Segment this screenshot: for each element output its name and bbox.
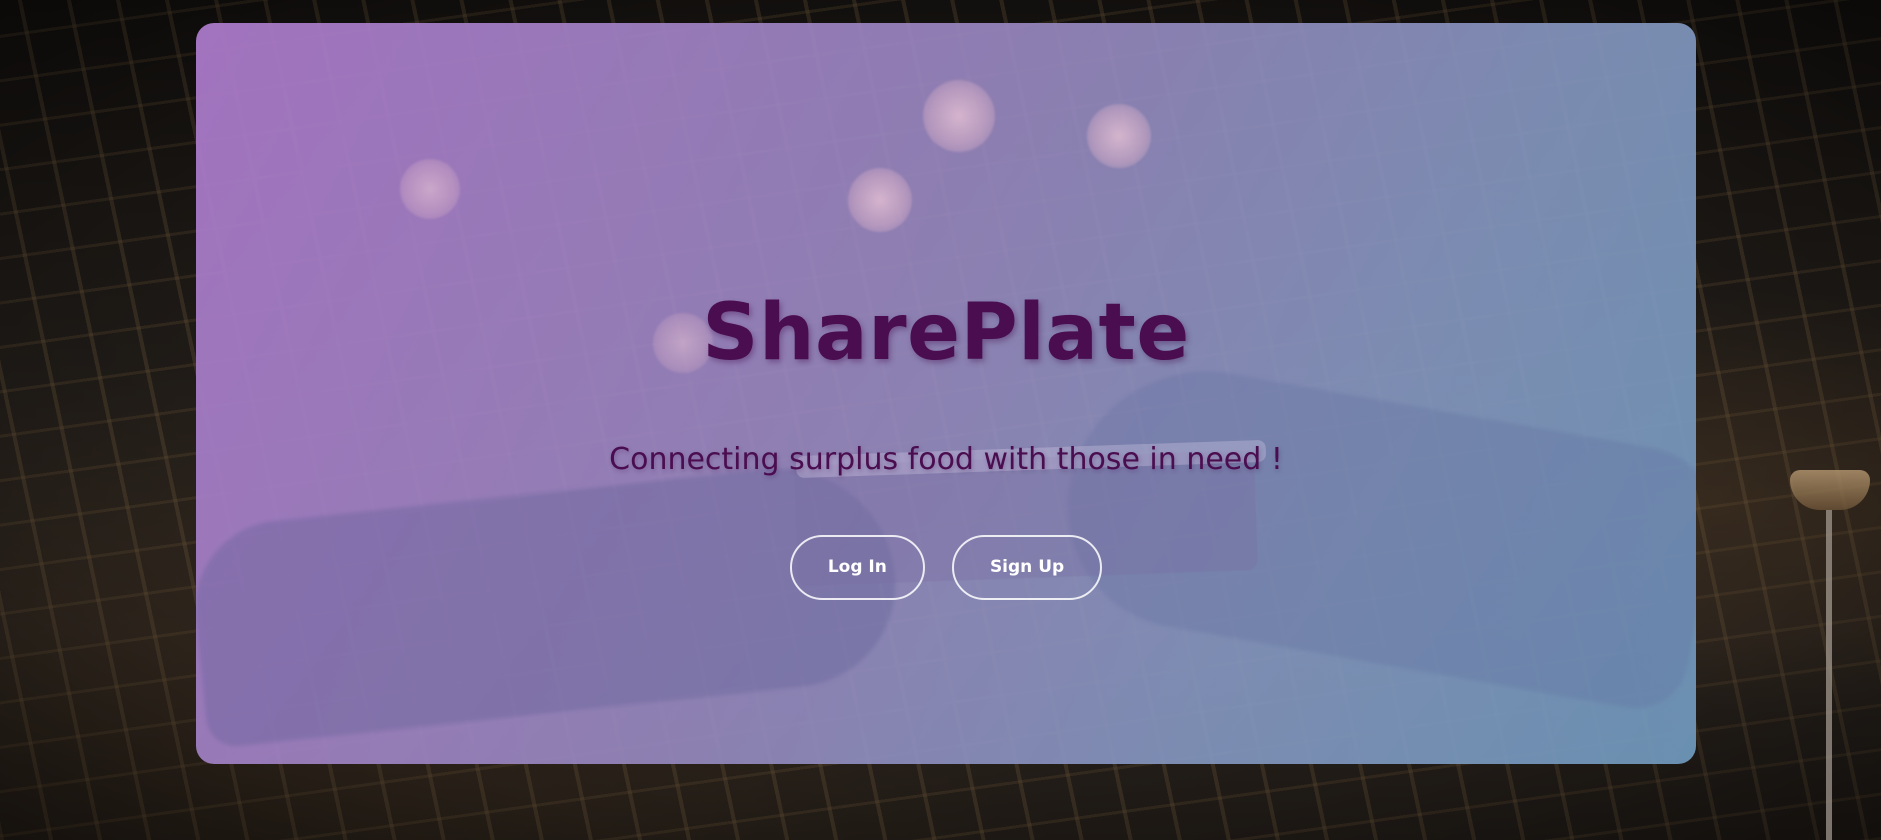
login-button[interactable]: Log In xyxy=(789,535,925,600)
background-lamp xyxy=(1790,470,1870,510)
hero-tagline: Connecting surplus food with those in ne… xyxy=(609,442,1283,477)
background-lamp-rod xyxy=(1826,510,1832,840)
brand-title: SharePlate xyxy=(702,288,1190,378)
landing-page: SharePlate Connecting surplus food with … xyxy=(0,0,1881,840)
hero-content: SharePlate Connecting surplus food with … xyxy=(196,23,1696,764)
auth-button-group: Log In Sign Up xyxy=(196,535,1696,600)
signup-button[interactable]: Sign Up xyxy=(951,535,1103,600)
hero-card: SharePlate Connecting surplus food with … xyxy=(196,23,1696,764)
